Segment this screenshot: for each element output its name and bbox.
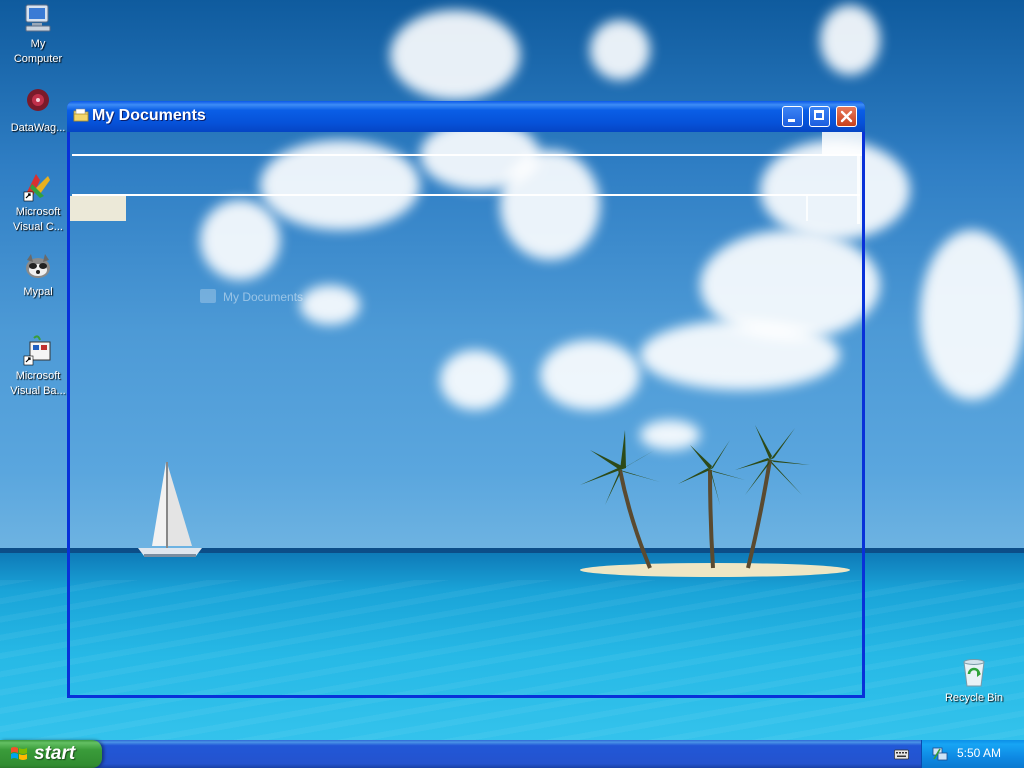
cloud (590, 20, 650, 80)
desktop-icon-my-computer[interactable]: My Computer (2, 2, 74, 67)
menu-bar-divider (72, 154, 862, 156)
close-button[interactable] (836, 106, 857, 127)
desktop-icon-microsoft-visual-basic[interactable]: Microsoft Visual Ba... (2, 334, 74, 399)
window-title: My Documents (92, 107, 206, 124)
icon-label: Recycle Bin (944, 692, 1004, 704)
desktop-icon-microsoft-visual-c[interactable]: Microsoft Visual C... (2, 170, 74, 235)
network-icon[interactable] (932, 746, 948, 762)
start-label: start (34, 743, 76, 764)
maximize-icon (814, 110, 824, 120)
my-documents-window[interactable]: My Documents (67, 101, 865, 698)
close-icon (840, 110, 853, 123)
icon-label: Computer (13, 53, 63, 65)
windows-logo-icon (11, 747, 27, 760)
minimize-button[interactable] (782, 106, 803, 127)
visual-basic-icon (23, 335, 51, 366)
system-tray: 5:50 AM (921, 740, 1024, 768)
icon-label: Visual C... (13, 221, 63, 233)
icon-label: Microsoft (15, 370, 61, 382)
keyboard-icon[interactable] (894, 748, 909, 760)
icon-label: Mypal (23, 286, 53, 298)
desktop-icon-mypal[interactable]: Mypal (2, 250, 74, 300)
maximize-button[interactable] (809, 106, 830, 127)
cloud (820, 5, 880, 75)
icon-label: My (30, 38, 46, 50)
desktop-icon-recycle-bin[interactable]: Recycle Bin (936, 656, 1012, 706)
my-computer-icon (25, 4, 51, 32)
cloud (390, 10, 520, 100)
address-go-divider (806, 196, 808, 221)
icon-label: Microsoft (15, 206, 61, 218)
cloud (920, 230, 1024, 400)
menu-bar-strip (822, 132, 862, 154)
visual-cpp-icon (23, 174, 50, 202)
icon-label: DataWag... (10, 122, 66, 134)
desktop-icon-datawag[interactable]: DataWag... (2, 86, 74, 136)
address-bar-label-area (70, 196, 126, 221)
window-title-bar[interactable]: My Documents (67, 101, 865, 132)
start-button[interactable]: start (0, 740, 102, 768)
icon-label: Visual Ba... (10, 385, 66, 397)
toolbar-divider (72, 194, 860, 196)
minimize-icon (788, 119, 795, 122)
datawag-icon (27, 89, 49, 111)
clock[interactable]: 5:50 AM (957, 746, 1001, 760)
folder-icon (73, 108, 89, 122)
mypal-icon (26, 254, 50, 278)
toolbar-right-edge (857, 156, 860, 224)
recycle-bin-icon (963, 659, 985, 687)
taskbar: start 5:50 AM (0, 740, 1024, 768)
